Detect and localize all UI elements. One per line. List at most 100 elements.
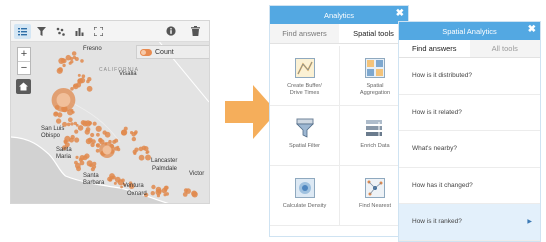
map-point [74, 137, 80, 143]
map-point [150, 191, 155, 196]
city-label: Oxnard [127, 191, 147, 197]
map-point [131, 136, 137, 142]
analytics-title: Analytics [323, 10, 354, 20]
map-point [76, 166, 81, 172]
enrich-icon [366, 120, 382, 136]
map-point [87, 77, 92, 82]
map-point [89, 163, 93, 168]
trash-icon[interactable] [187, 24, 204, 39]
map-point [53, 111, 59, 117]
chevron-right-icon: › [209, 49, 210, 56]
tab-all-tools[interactable]: All tools [469, 40, 540, 57]
filter-icon[interactable] [33, 24, 50, 39]
map-point [92, 161, 97, 166]
home-button[interactable] [16, 79, 31, 94]
aggregation-icon [365, 58, 385, 78]
map-card: + − Count › Fresno CALIFORNIA Visalia Sa… [10, 20, 210, 204]
analytics-tabs: Find answers Spatial tools [270, 24, 408, 44]
tab-find-answers[interactable]: Find answers [399, 40, 470, 57]
spatial-analytics-panel: Spatial Analytics ✖ Find answers All too… [398, 21, 541, 242]
map-point [98, 137, 102, 141]
legend-label: Count [155, 48, 174, 56]
map-point [85, 138, 92, 145]
question-label: How is it related? [412, 108, 462, 116]
map-point [84, 129, 90, 135]
question-label: How is it ranked? [412, 218, 462, 226]
fullscreen-icon[interactable] [90, 24, 107, 39]
tool-label: Create Buffer/ Drive Times [287, 83, 322, 97]
tool-spatial-filter[interactable]: Spatial Filter [270, 106, 340, 166]
map-point [91, 139, 96, 144]
map-point [74, 160, 78, 165]
map-point [156, 194, 160, 198]
question-label: How is it distributed? [412, 72, 472, 80]
analytics-header: Analytics ✖ [270, 6, 408, 24]
scatter-icon[interactable] [52, 24, 69, 39]
city-label: Ventura [123, 183, 144, 189]
map-point [164, 188, 168, 192]
map-point [72, 83, 79, 90]
analytics-panel: Analytics ✖ Find answers Spatial tools C… [269, 5, 409, 237]
zoom-in-button[interactable]: + [18, 48, 30, 61]
city-label: Palmdale [152, 166, 178, 172]
map-point [163, 193, 167, 197]
spatial-analytics-tabs: Find answers All tools [399, 40, 540, 58]
map-point [74, 129, 79, 134]
question-label: How has it changed? [412, 181, 473, 189]
map-point [92, 121, 97, 126]
legend-chip[interactable]: Count › [136, 45, 210, 59]
question-item[interactable]: How is it distributed? [399, 58, 540, 95]
map-point [138, 146, 144, 152]
map-point-cluster-core [56, 93, 71, 107]
map-toolbar [11, 21, 209, 42]
map-point [95, 143, 99, 147]
map-point [81, 74, 86, 78]
map-point [90, 132, 95, 138]
tool-calculate-density[interactable]: Calculate Density [270, 166, 340, 226]
list-icon[interactable] [14, 23, 31, 39]
city-label: Lancaster [151, 158, 178, 164]
zoom-out-button[interactable]: − [18, 61, 30, 74]
map-point [182, 192, 188, 197]
map-point [80, 120, 86, 126]
tool-label: Spatial Aggregation [359, 83, 391, 97]
home-icon [19, 82, 28, 91]
map-point [60, 58, 66, 63]
map-point [133, 151, 137, 155]
map-point [67, 117, 73, 123]
map-point [138, 154, 145, 161]
map-point [70, 122, 74, 126]
map-point [70, 108, 74, 112]
map-point [157, 189, 162, 194]
map-point [64, 135, 71, 142]
question-label: What's nearby? [412, 145, 457, 153]
map-point [146, 150, 150, 154]
city-label: Santa Barbara [83, 173, 105, 186]
question-item[interactable]: How is it related? [399, 95, 540, 131]
close-icon[interactable]: ✖ [396, 9, 404, 19]
map-point [113, 181, 117, 185]
map-point [96, 132, 100, 137]
tab-find-answers[interactable]: Find answers [270, 24, 339, 43]
map-point [79, 160, 85, 166]
city-label: San Luis Obispo [41, 126, 65, 139]
tool-label: Find Nearest [358, 203, 392, 209]
city-label: Victor [189, 171, 205, 177]
info-icon[interactable] [162, 24, 179, 39]
map-point [75, 155, 79, 159]
zoom-control: + − [17, 47, 31, 75]
map-point [70, 60, 74, 64]
bar-chart-icon[interactable] [71, 24, 88, 39]
question-item[interactable]: What's nearby? [399, 131, 540, 168]
map-point [109, 178, 113, 182]
question-item[interactable]: How has it changed? [399, 168, 540, 204]
close-icon[interactable]: ✖ [528, 25, 536, 35]
map-point [84, 120, 92, 127]
map-point [123, 126, 128, 131]
density-icon [294, 178, 315, 198]
city-label: Fresno [83, 46, 102, 52]
question-item-selected[interactable]: How is it ranked? ▶ [399, 204, 540, 241]
map-point [55, 118, 62, 124]
tool-create-buffer[interactable]: Create Buffer/ Drive Times [270, 46, 340, 106]
city-label: Visalia [119, 71, 137, 77]
